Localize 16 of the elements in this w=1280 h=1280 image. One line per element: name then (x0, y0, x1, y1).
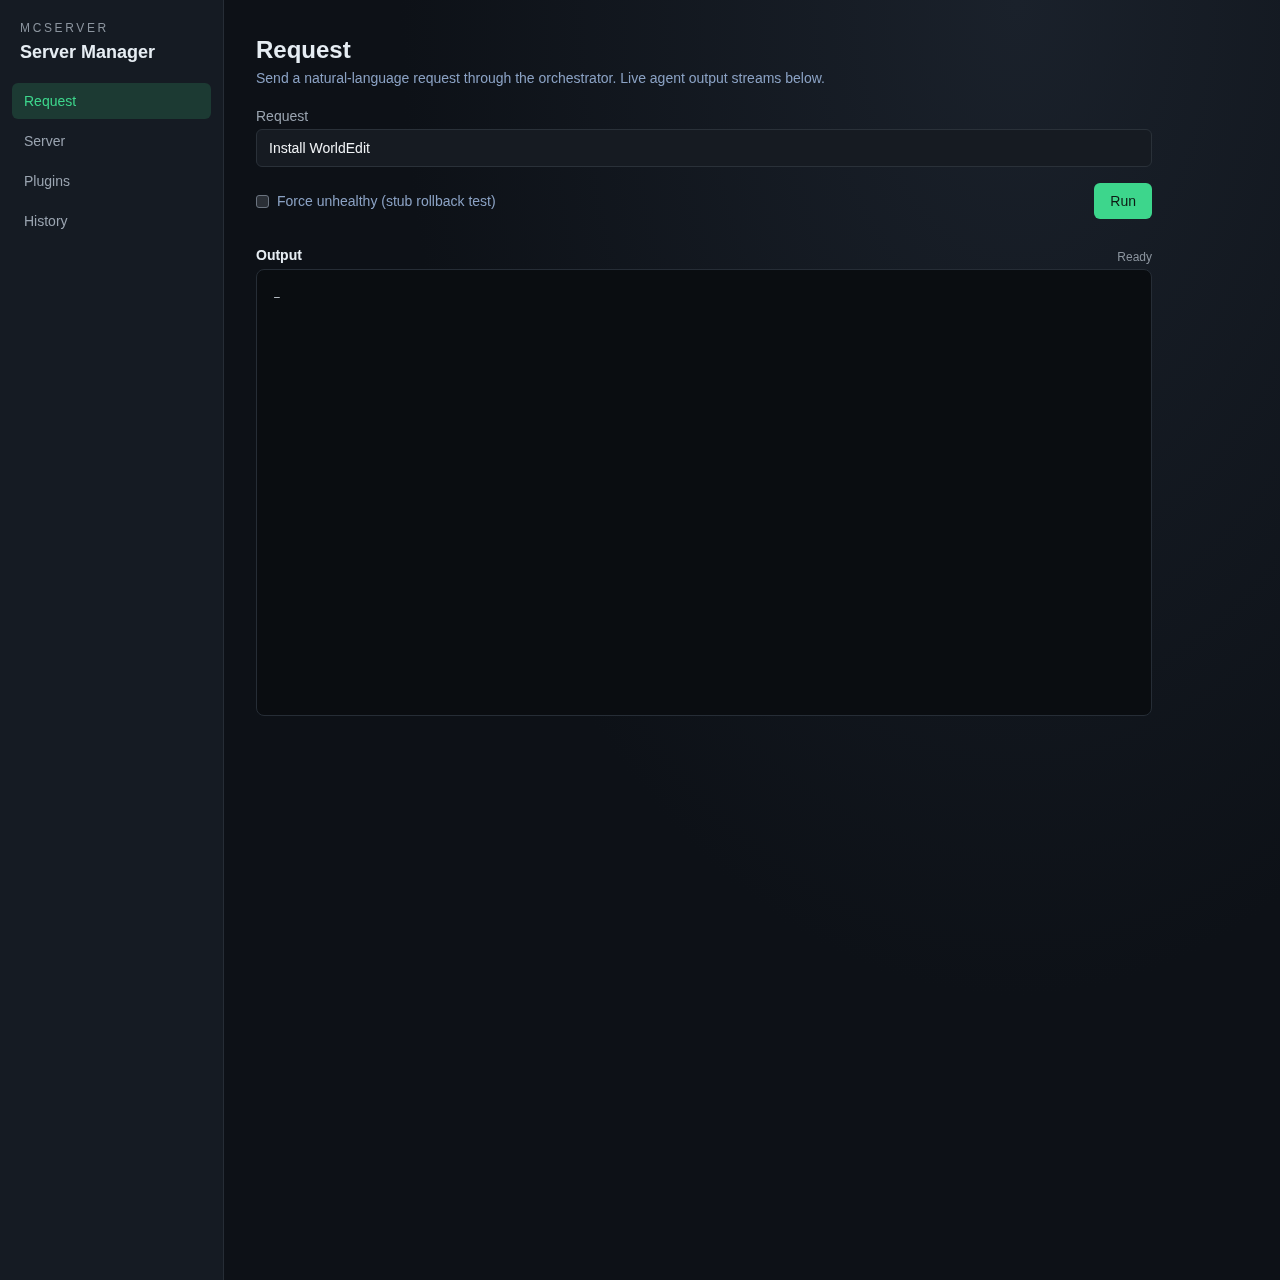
request-input[interactable]: Install WorldEdit (256, 129, 1152, 167)
request-label: Request (256, 107, 309, 126)
brand-eyebrow: MCSERVER (20, 20, 109, 36)
page-title: Request (256, 35, 351, 65)
nav-item[interactable]: Request (12, 83, 211, 119)
brand-title: Server Manager (20, 41, 156, 64)
page-subtitle: Send a natural-language request through the orchestrator. Live agent output streams below. (256, 69, 825, 88)
checkbox[interactable] (256, 194, 269, 208)
run-button[interactable]: Run (1094, 183, 1152, 219)
nav-item[interactable]: History (12, 203, 211, 239)
output-text: – (273, 290, 281, 305)
nav-item[interactable]: Plugins (12, 163, 211, 199)
checkbox-label: Force unhealthy (stub rollback test) (277, 192, 496, 211)
output-label: Output (256, 246, 302, 265)
nav-item[interactable]: Server (12, 123, 211, 159)
output-status: Ready (1117, 249, 1152, 265)
